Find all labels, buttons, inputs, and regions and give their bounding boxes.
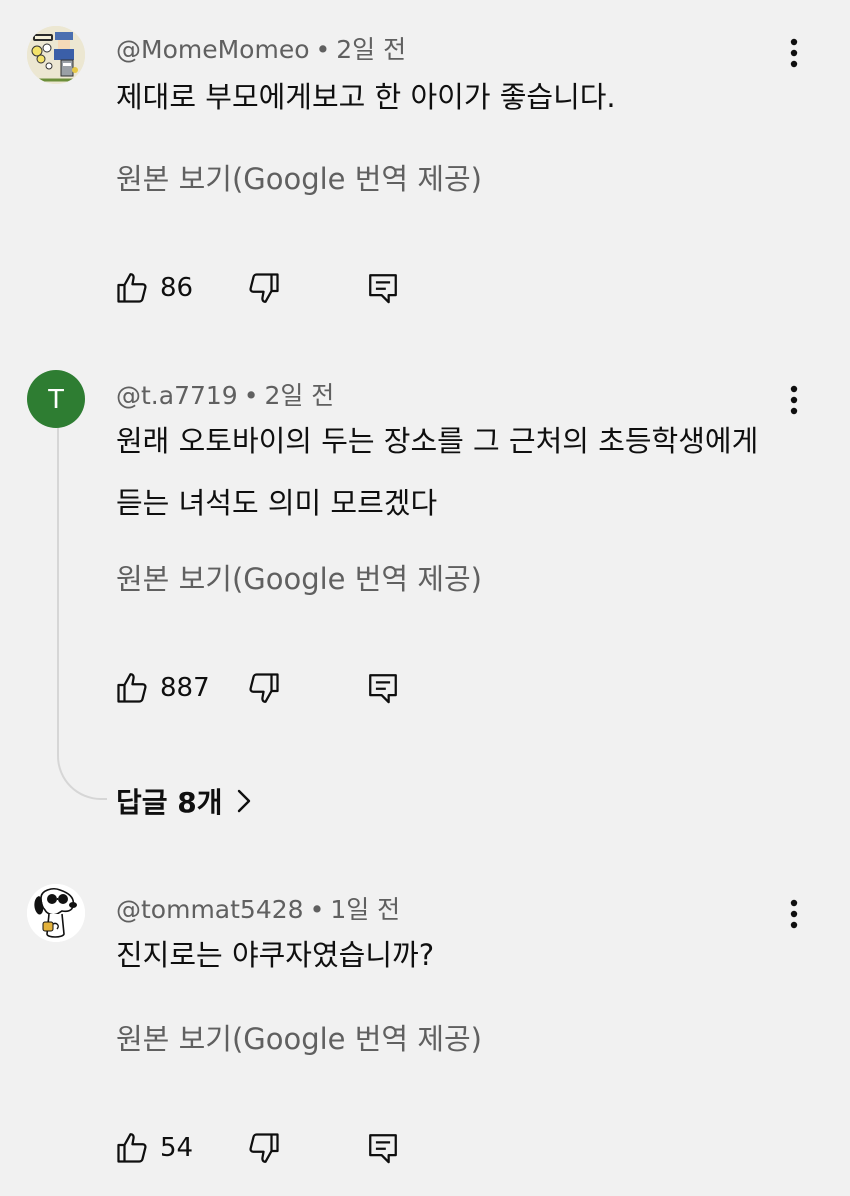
snoopy-avatar-icon xyxy=(27,884,85,942)
dislike-button[interactable] xyxy=(246,268,282,308)
see-original-link[interactable]: 원본 보기(Google 번역 제공) xyxy=(116,556,482,598)
comment-meta: @t.a7719 • 2일 전 xyxy=(116,376,334,412)
author-handle[interactable]: @t.a7719 xyxy=(116,381,238,410)
like-button[interactable]: 86 xyxy=(114,268,193,308)
more-vert-icon xyxy=(790,38,798,68)
comment-text-line: 듣는 녀석도 의미 모르겠다 xyxy=(116,486,438,520)
comment-text: 제대로 부모에게보고 한 아이가 좋습니다. xyxy=(116,66,806,128)
replies-label: 답글 8개 xyxy=(116,786,223,819)
thumbs-up-icon xyxy=(117,673,147,703)
user-avatar[interactable] xyxy=(27,884,85,942)
chevron-right-icon xyxy=(237,789,250,813)
user-avatar[interactable] xyxy=(27,26,85,84)
comment-meta: @tommat5428 • 1일 전 xyxy=(116,890,400,926)
reply-button[interactable] xyxy=(366,1128,400,1168)
comment-text-line: 진지로는 야쿠자였습니까? xyxy=(116,938,435,972)
comment-text-line: 원래 오토바이의 두는 장소를 그 근처의 초등학생에게 xyxy=(116,424,759,458)
thumbs-down-icon xyxy=(249,673,279,703)
comment-age: 1일 전 xyxy=(330,895,401,924)
author-handle[interactable]: @MomeMomeo xyxy=(116,35,310,64)
comment-text: 원래 오토바이의 두는 장소를 그 근처의 초등학생에게 듣는 녀석도 의미 모… xyxy=(116,410,806,534)
comment-icon xyxy=(369,674,397,704)
comment-icon xyxy=(369,274,397,304)
comment-icon xyxy=(369,1134,397,1164)
like-count: 54 xyxy=(160,1133,194,1163)
thumbs-up-icon xyxy=(117,273,147,303)
view-replies-button[interactable]: 답글 8개 xyxy=(116,780,251,822)
reply-button[interactable] xyxy=(366,668,400,708)
thumbs-up-icon xyxy=(117,1133,147,1163)
see-original-link[interactable]: 원본 보기(Google 번역 제공) xyxy=(116,1016,482,1058)
comment-text-line: 제대로 부모에게보고 한 아이가 좋습니다. xyxy=(116,80,616,114)
cartoon-avatar-icon xyxy=(27,26,85,84)
separator-dot: • xyxy=(309,895,325,924)
like-count: 86 xyxy=(160,273,194,303)
author-handle[interactable]: @tommat5428 xyxy=(116,895,304,924)
comment-age: 2일 전 xyxy=(264,381,335,410)
like-button[interactable]: 54 xyxy=(114,1128,193,1168)
comment-meta: @MomeMomeo • 2일 전 xyxy=(116,30,406,66)
separator-dot: • xyxy=(243,381,259,410)
comment-text: 진지로는 야쿠자였습니까? xyxy=(116,924,806,986)
reply-thread-line xyxy=(57,428,107,800)
reply-button[interactable] xyxy=(366,268,400,308)
thumbs-down-icon xyxy=(249,1133,279,1163)
separator-dot: • xyxy=(315,35,331,64)
user-avatar[interactable]: T xyxy=(27,370,85,428)
like-count: 887 xyxy=(160,673,210,703)
thumbs-down-icon xyxy=(249,273,279,303)
dislike-button[interactable] xyxy=(246,1128,282,1168)
like-button[interactable]: 887 xyxy=(114,668,210,708)
see-original-link[interactable]: 원본 보기(Google 번역 제공) xyxy=(116,156,482,198)
dislike-button[interactable] xyxy=(246,668,282,708)
comment-age: 2일 전 xyxy=(336,35,407,64)
